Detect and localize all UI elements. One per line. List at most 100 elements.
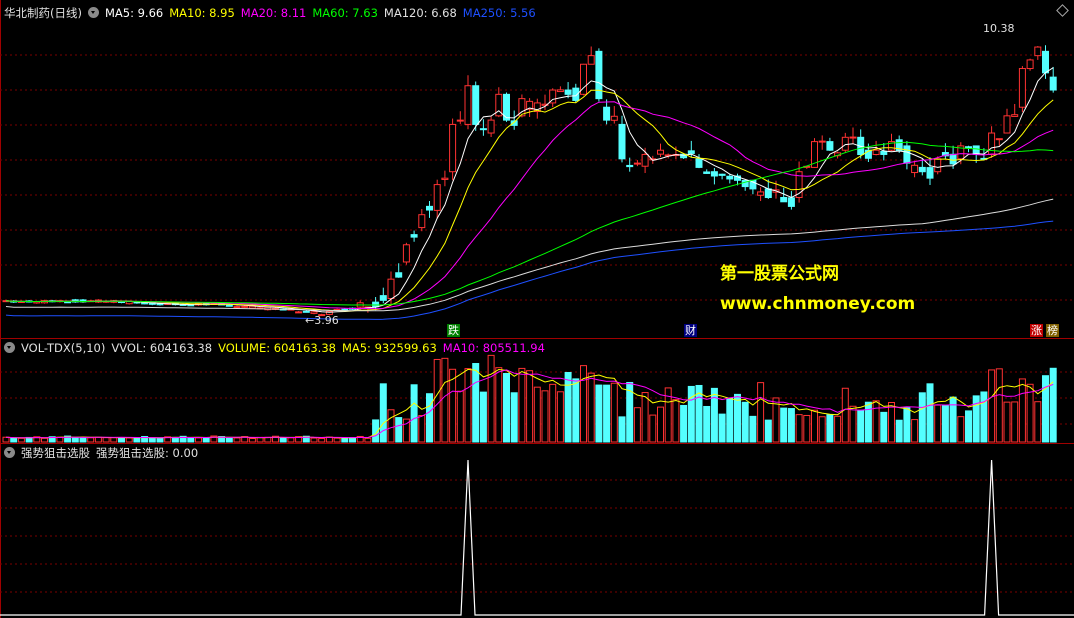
volume-bar bbox=[749, 415, 757, 443]
candle-body bbox=[1042, 50, 1049, 74]
volume-bar bbox=[595, 384, 603, 443]
volume-bar bbox=[687, 385, 695, 443]
candle-body bbox=[379, 295, 387, 301]
badge-die[interactable]: 跌 bbox=[447, 324, 460, 337]
ma-line-10 bbox=[5, 89, 1054, 312]
candle-body bbox=[248, 305, 256, 309]
volume-bar bbox=[17, 437, 25, 443]
ma-line-20 bbox=[5, 101, 1054, 310]
candle-body bbox=[718, 173, 726, 176]
candle-body bbox=[703, 171, 711, 174]
volume-bar bbox=[857, 409, 865, 443]
volume-bar bbox=[487, 354, 495, 443]
volume-bar bbox=[79, 436, 87, 443]
candle-body bbox=[233, 306, 241, 309]
candle-body bbox=[841, 136, 849, 151]
volume-bar bbox=[125, 437, 133, 443]
volume-bar bbox=[757, 382, 765, 443]
volume-bar bbox=[410, 384, 418, 443]
badge-zhang[interactable]: 涨 bbox=[1030, 324, 1043, 337]
candle-body bbox=[1011, 114, 1019, 117]
badge-cai[interactable]: 财 bbox=[684, 324, 697, 337]
volume-bar bbox=[726, 397, 734, 443]
candle-body bbox=[372, 301, 380, 308]
volume-bar bbox=[195, 437, 202, 443]
volume-bar bbox=[464, 368, 472, 443]
volume-bar bbox=[734, 393, 741, 443]
candle-body bbox=[1026, 59, 1034, 70]
dropdown-circle-icon[interactable] bbox=[87, 7, 99, 18]
volume-bar bbox=[387, 409, 395, 443]
candle-body bbox=[225, 304, 233, 307]
ind-label-1: 强势狙击选股: 0.00 bbox=[96, 446, 199, 460]
volume-bar bbox=[864, 401, 872, 443]
ind-label-0: 强势狙击选股 bbox=[21, 446, 90, 460]
volume-bar bbox=[633, 407, 641, 443]
volume-bar bbox=[526, 370, 534, 443]
volume-bar bbox=[965, 410, 972, 443]
candle-body bbox=[587, 55, 595, 65]
volume-bar bbox=[564, 371, 572, 443]
volume-bar bbox=[572, 378, 580, 443]
volume-bar bbox=[895, 419, 903, 443]
volume-bar bbox=[279, 437, 287, 443]
volume-bar bbox=[1011, 401, 1019, 443]
stock-name: 华北制药(日线) bbox=[4, 6, 82, 20]
volume-bar bbox=[364, 437, 372, 443]
volume-bar bbox=[934, 404, 942, 443]
candle-body bbox=[433, 184, 441, 211]
candle-body bbox=[918, 166, 926, 173]
candle-body bbox=[626, 164, 634, 168]
candle-body bbox=[1034, 46, 1042, 57]
candle-body bbox=[387, 278, 395, 300]
volume-bar bbox=[587, 372, 595, 443]
volume-bar bbox=[610, 382, 618, 443]
volume-bar bbox=[287, 437, 295, 443]
vol-label-1: VVOL: 604163.38 bbox=[111, 341, 213, 355]
vol-label-3: MA5: 932599.63 bbox=[341, 341, 437, 355]
candle-body bbox=[826, 141, 834, 151]
candle-body bbox=[687, 150, 695, 154]
candle-body bbox=[472, 85, 480, 125]
candle-body bbox=[1003, 115, 1011, 134]
candle-body bbox=[618, 123, 626, 160]
volume-bar bbox=[834, 415, 842, 443]
volume-bar bbox=[641, 392, 649, 443]
volume-bar bbox=[926, 383, 934, 443]
volume-bar bbox=[187, 437, 195, 443]
volume-bar bbox=[395, 417, 403, 443]
candle-body bbox=[872, 149, 880, 156]
volume-bar bbox=[911, 419, 919, 443]
volume-bar bbox=[433, 358, 441, 443]
volume-bar bbox=[1034, 401, 1042, 443]
volume-bar bbox=[949, 396, 957, 443]
volume-bar bbox=[533, 386, 541, 443]
volume-bar bbox=[503, 372, 510, 443]
volume-bar bbox=[980, 391, 988, 443]
candle-body bbox=[988, 132, 996, 156]
candle-body bbox=[780, 196, 788, 203]
volume-bar bbox=[148, 437, 156, 443]
volume-bar bbox=[672, 399, 680, 443]
candle-body bbox=[757, 191, 765, 196]
candle-body bbox=[295, 311, 303, 314]
volume-bar bbox=[818, 416, 826, 443]
badge-bang[interactable]: 榜 bbox=[1046, 324, 1059, 337]
volume-bar bbox=[826, 414, 834, 443]
candle-body bbox=[595, 50, 603, 100]
candle-body bbox=[302, 310, 310, 313]
dropdown-circle-icon[interactable] bbox=[4, 342, 15, 353]
chart-stage: 华北制药(日线) MA5: 9.66 MA10: 8.95 MA20: 8.11 MA6… bbox=[0, 0, 1074, 618]
volume-bar bbox=[787, 408, 795, 443]
volume-bar bbox=[541, 390, 549, 443]
volume-bar bbox=[110, 437, 118, 443]
candle-body bbox=[426, 205, 433, 211]
dropdown-circle-icon[interactable] bbox=[4, 447, 15, 458]
volume-bar bbox=[764, 419, 772, 443]
volume-bar bbox=[426, 393, 433, 443]
candle-body bbox=[903, 145, 911, 164]
volume-bar bbox=[518, 367, 526, 443]
ma-labels: MA5: 9.66 MA10: 8.95 MA20: 8.11 MA60: 7.63 M… bbox=[105, 6, 542, 20]
candle-body bbox=[633, 162, 641, 165]
volume-bar bbox=[479, 391, 487, 443]
